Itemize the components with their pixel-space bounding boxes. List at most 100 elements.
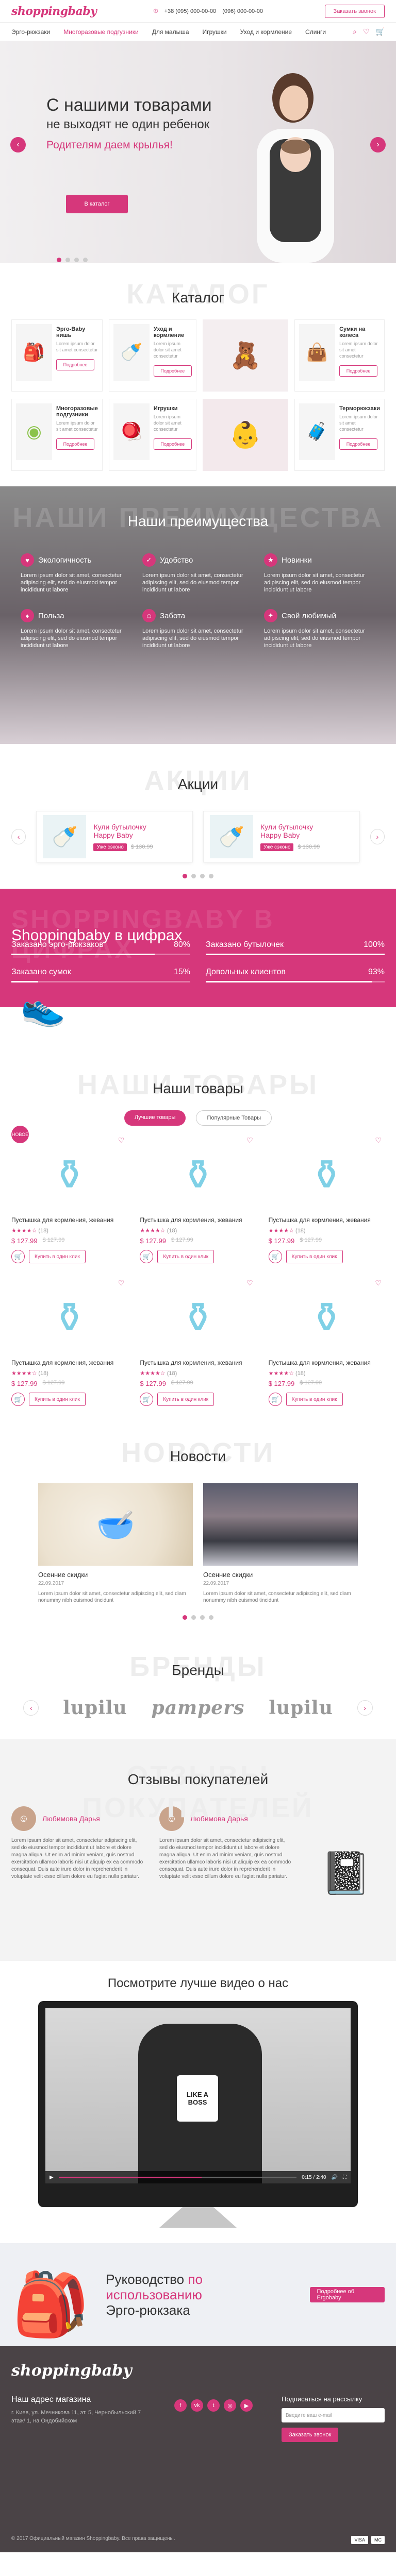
buy-one-click-button[interactable]: Купить в один клик (286, 1393, 343, 1406)
heart-icon[interactable]: ♡ (118, 1136, 125, 1145)
dot[interactable] (191, 874, 196, 878)
product-name[interactable]: Пустышка для кормления, жевания (11, 1359, 127, 1367)
catalog-card-button[interactable]: Подробнее (153, 438, 192, 450)
heart-icon[interactable]: ♡ (375, 1279, 382, 1287)
video-player[interactable]: LIKE A BOSS ▶ 0:15 / 2:40 🔊 ⛶ (45, 2008, 351, 2183)
nav-item-diapers[interactable]: Многоразовые подгузники (63, 28, 138, 36)
instagram-icon[interactable]: ◎ (224, 2399, 236, 2412)
phone-2[interactable]: (096) 000-00-00 (222, 8, 263, 14)
callback-button[interactable]: Заказать звонок (324, 4, 385, 18)
subscribe-input[interactable]: Введите ваш e-mail (282, 2408, 385, 2422)
product-card[interactable]: ♡ ⚱ Пустышка для кормления, жевания ★★★★… (11, 1279, 127, 1406)
search-icon[interactable]: ⌕ (353, 27, 357, 36)
buy-one-click-button[interactable]: Купить в один клик (157, 1250, 214, 1263)
action-card[interactable]: 🍼 Кули бутылочку Happy Baby Уже сэконо $ … (36, 811, 193, 862)
product-card[interactable]: ♡ ⚱ Пустышка для кормления, жевания ★★★★… (268, 1136, 385, 1263)
cart-icon[interactable]: 🛒 (268, 1250, 282, 1263)
action-card[interactable]: 🍼 Кули бутылочку Happy Baby Уже сэконо $ … (203, 811, 360, 862)
cart-icon[interactable]: 🛒 (376, 27, 385, 36)
brand-logo[interactable]: lupilu (269, 1697, 333, 1719)
fullscreen-icon[interactable]: ⛶ (343, 2175, 346, 2180)
product-name[interactable]: Пустышка для кормления, жевания (140, 1216, 256, 1224)
news-card[interactable]: 🥣 Осенние скидки 22.09.2017 Lorem ipsum … (38, 1483, 193, 1604)
catalog-card-button[interactable]: Подробнее (153, 365, 192, 377)
product-name[interactable]: Пустышка для кормления, жевания (269, 1359, 385, 1367)
dot[interactable] (200, 874, 205, 878)
dot[interactable] (200, 1615, 205, 1620)
slider-dot[interactable] (74, 258, 79, 262)
brand-logo[interactable]: lupilu (63, 1697, 127, 1719)
product-name[interactable]: Пустышка для кормления, жевания (269, 1216, 385, 1224)
heart-icon[interactable]: ♡ (375, 1136, 382, 1145)
product-name[interactable]: Пустышка для кормления, жевания (140, 1359, 256, 1367)
video-progress[interactable] (58, 2176, 297, 2178)
heart-icon[interactable]: ♡ (363, 27, 370, 36)
product-card[interactable]: НОВОЕ ♡ ⚱ Пустышка для кормления, жевани… (11, 1126, 127, 1263)
buy-one-click-button[interactable]: Купить в один клик (29, 1250, 86, 1263)
dot[interactable] (183, 1615, 187, 1620)
cart-icon[interactable]: 🛒 (11, 1250, 25, 1263)
slider-prev-icon[interactable]: ‹ (10, 137, 26, 152)
nav-item-slings[interactable]: Слинги (305, 28, 326, 36)
product-card[interactable]: ♡ ⚱ Пустышка для кормления, жевания ★★★★… (140, 1136, 256, 1263)
buy-one-click-button[interactable]: Купить в один клик (29, 1393, 86, 1406)
footer-logo[interactable]: shoppingbaby (11, 2362, 385, 2380)
catalog-card[interactable]: ◉ Многоразовые подгузники Lorem ipsum do… (11, 399, 103, 471)
slider-dot[interactable] (57, 258, 61, 262)
cart-icon[interactable]: 🛒 (140, 1250, 154, 1263)
brand-logo[interactable]: pampers (152, 1697, 245, 1719)
nav-item-care[interactable]: Уход и кормление (240, 28, 292, 36)
news-card-title[interactable]: Осенние скидки (203, 1571, 358, 1579)
catalog-card[interactable]: 🍼 Уход и кормление Lorem ipsum dolor sit… (108, 319, 196, 392)
hero-catalog-button[interactable]: В каталог (66, 195, 128, 213)
news-card-title[interactable]: Осенние скидки (38, 1571, 193, 1579)
buy-one-click-button[interactable]: Купить в один клик (286, 1250, 343, 1263)
volume-icon[interactable]: 🔊 (332, 2175, 338, 2180)
catalog-card[interactable]: 🪀 Игрушки Lorem ipsum dolor sit amet con… (108, 399, 196, 471)
catalog-card-button[interactable]: Подробнее (56, 438, 94, 450)
brands-next-icon[interactable]: › (357, 1700, 373, 1716)
logo[interactable]: shoppingbaby (11, 5, 97, 18)
slider-dot[interactable] (83, 258, 88, 262)
guide-button[interactable]: Подробнее об Ergobaby (309, 2287, 385, 2302)
subscribe-button[interactable]: Заказать звонок (282, 2428, 339, 2442)
heart-icon[interactable]: ♡ (246, 1136, 253, 1145)
catalog-card-name: Сумки на колеса (339, 326, 366, 338)
heart-icon[interactable]: ♡ (118, 1279, 125, 1287)
youtube-icon[interactable]: ▶ (240, 2399, 253, 2412)
dot[interactable] (209, 1615, 213, 1620)
cart-icon[interactable]: 🛒 (268, 1393, 282, 1406)
twitter-icon[interactable]: t (207, 2399, 220, 2412)
product-name[interactable]: Пустышка для кормления, жевания (11, 1216, 127, 1224)
tab-best[interactable]: Лучшие товары (124, 1110, 186, 1126)
nav-item-ergo[interactable]: Эрго-рюкзаки (11, 28, 50, 36)
buy-one-click-button[interactable]: Купить в один клик (157, 1393, 214, 1406)
nav-item-baby[interactable]: Для малыша (152, 28, 189, 36)
dot[interactable] (183, 874, 187, 878)
heart-icon[interactable]: ♡ (246, 1279, 253, 1287)
cart-icon[interactable]: 🛒 (140, 1393, 154, 1406)
catalog-card[interactable]: 👜 Сумки на колеса Lorem ipsum dolor sit … (294, 319, 385, 392)
brands-prev-icon[interactable]: ‹ (23, 1700, 39, 1716)
catalog-card-desc: Lorem ipsum dolor sit amet consectetur (153, 341, 182, 359)
catalog-card-button[interactable]: Подробнее (339, 438, 378, 450)
phone-1[interactable]: +38 (095) 000-00-00 (164, 8, 217, 14)
catalog-card[interactable]: 🧳 Терморюкзаки Lorem ipsum dolor sit ame… (294, 399, 385, 471)
facebook-icon[interactable]: f (174, 2399, 187, 2412)
play-icon[interactable]: ▶ (50, 2175, 54, 2180)
catalog-card-button[interactable]: Подробнее (339, 365, 378, 377)
slider-dot[interactable] (65, 258, 70, 262)
catalog-card-button[interactable]: Подробнее (56, 359, 94, 370)
dot[interactable] (191, 1615, 196, 1620)
cart-icon[interactable]: 🛒 (11, 1393, 25, 1406)
vk-icon[interactable]: vk (191, 2399, 203, 2412)
catalog-card[interactable]: 🎒 Эрго-Baby нишь Lorem ipsum dolor sit a… (11, 319, 103, 392)
product-card[interactable]: ♡ ⚱ Пустышка для кормления, жевания ★★★★… (140, 1279, 256, 1406)
nav-item-toys[interactable]: Игрушки (203, 28, 227, 36)
product-card[interactable]: ♡ ⚱ Пустышка для кормления, жевания ★★★★… (268, 1279, 385, 1406)
tab-popular[interactable]: Популярные Товары (196, 1110, 272, 1126)
actions-prev-icon[interactable]: ‹ (11, 829, 26, 844)
dot[interactable] (209, 874, 213, 878)
actions-next-icon[interactable]: › (370, 829, 385, 844)
news-card[interactable]: Осенние скидки 22.09.2017 Lorem ipsum do… (203, 1483, 358, 1604)
